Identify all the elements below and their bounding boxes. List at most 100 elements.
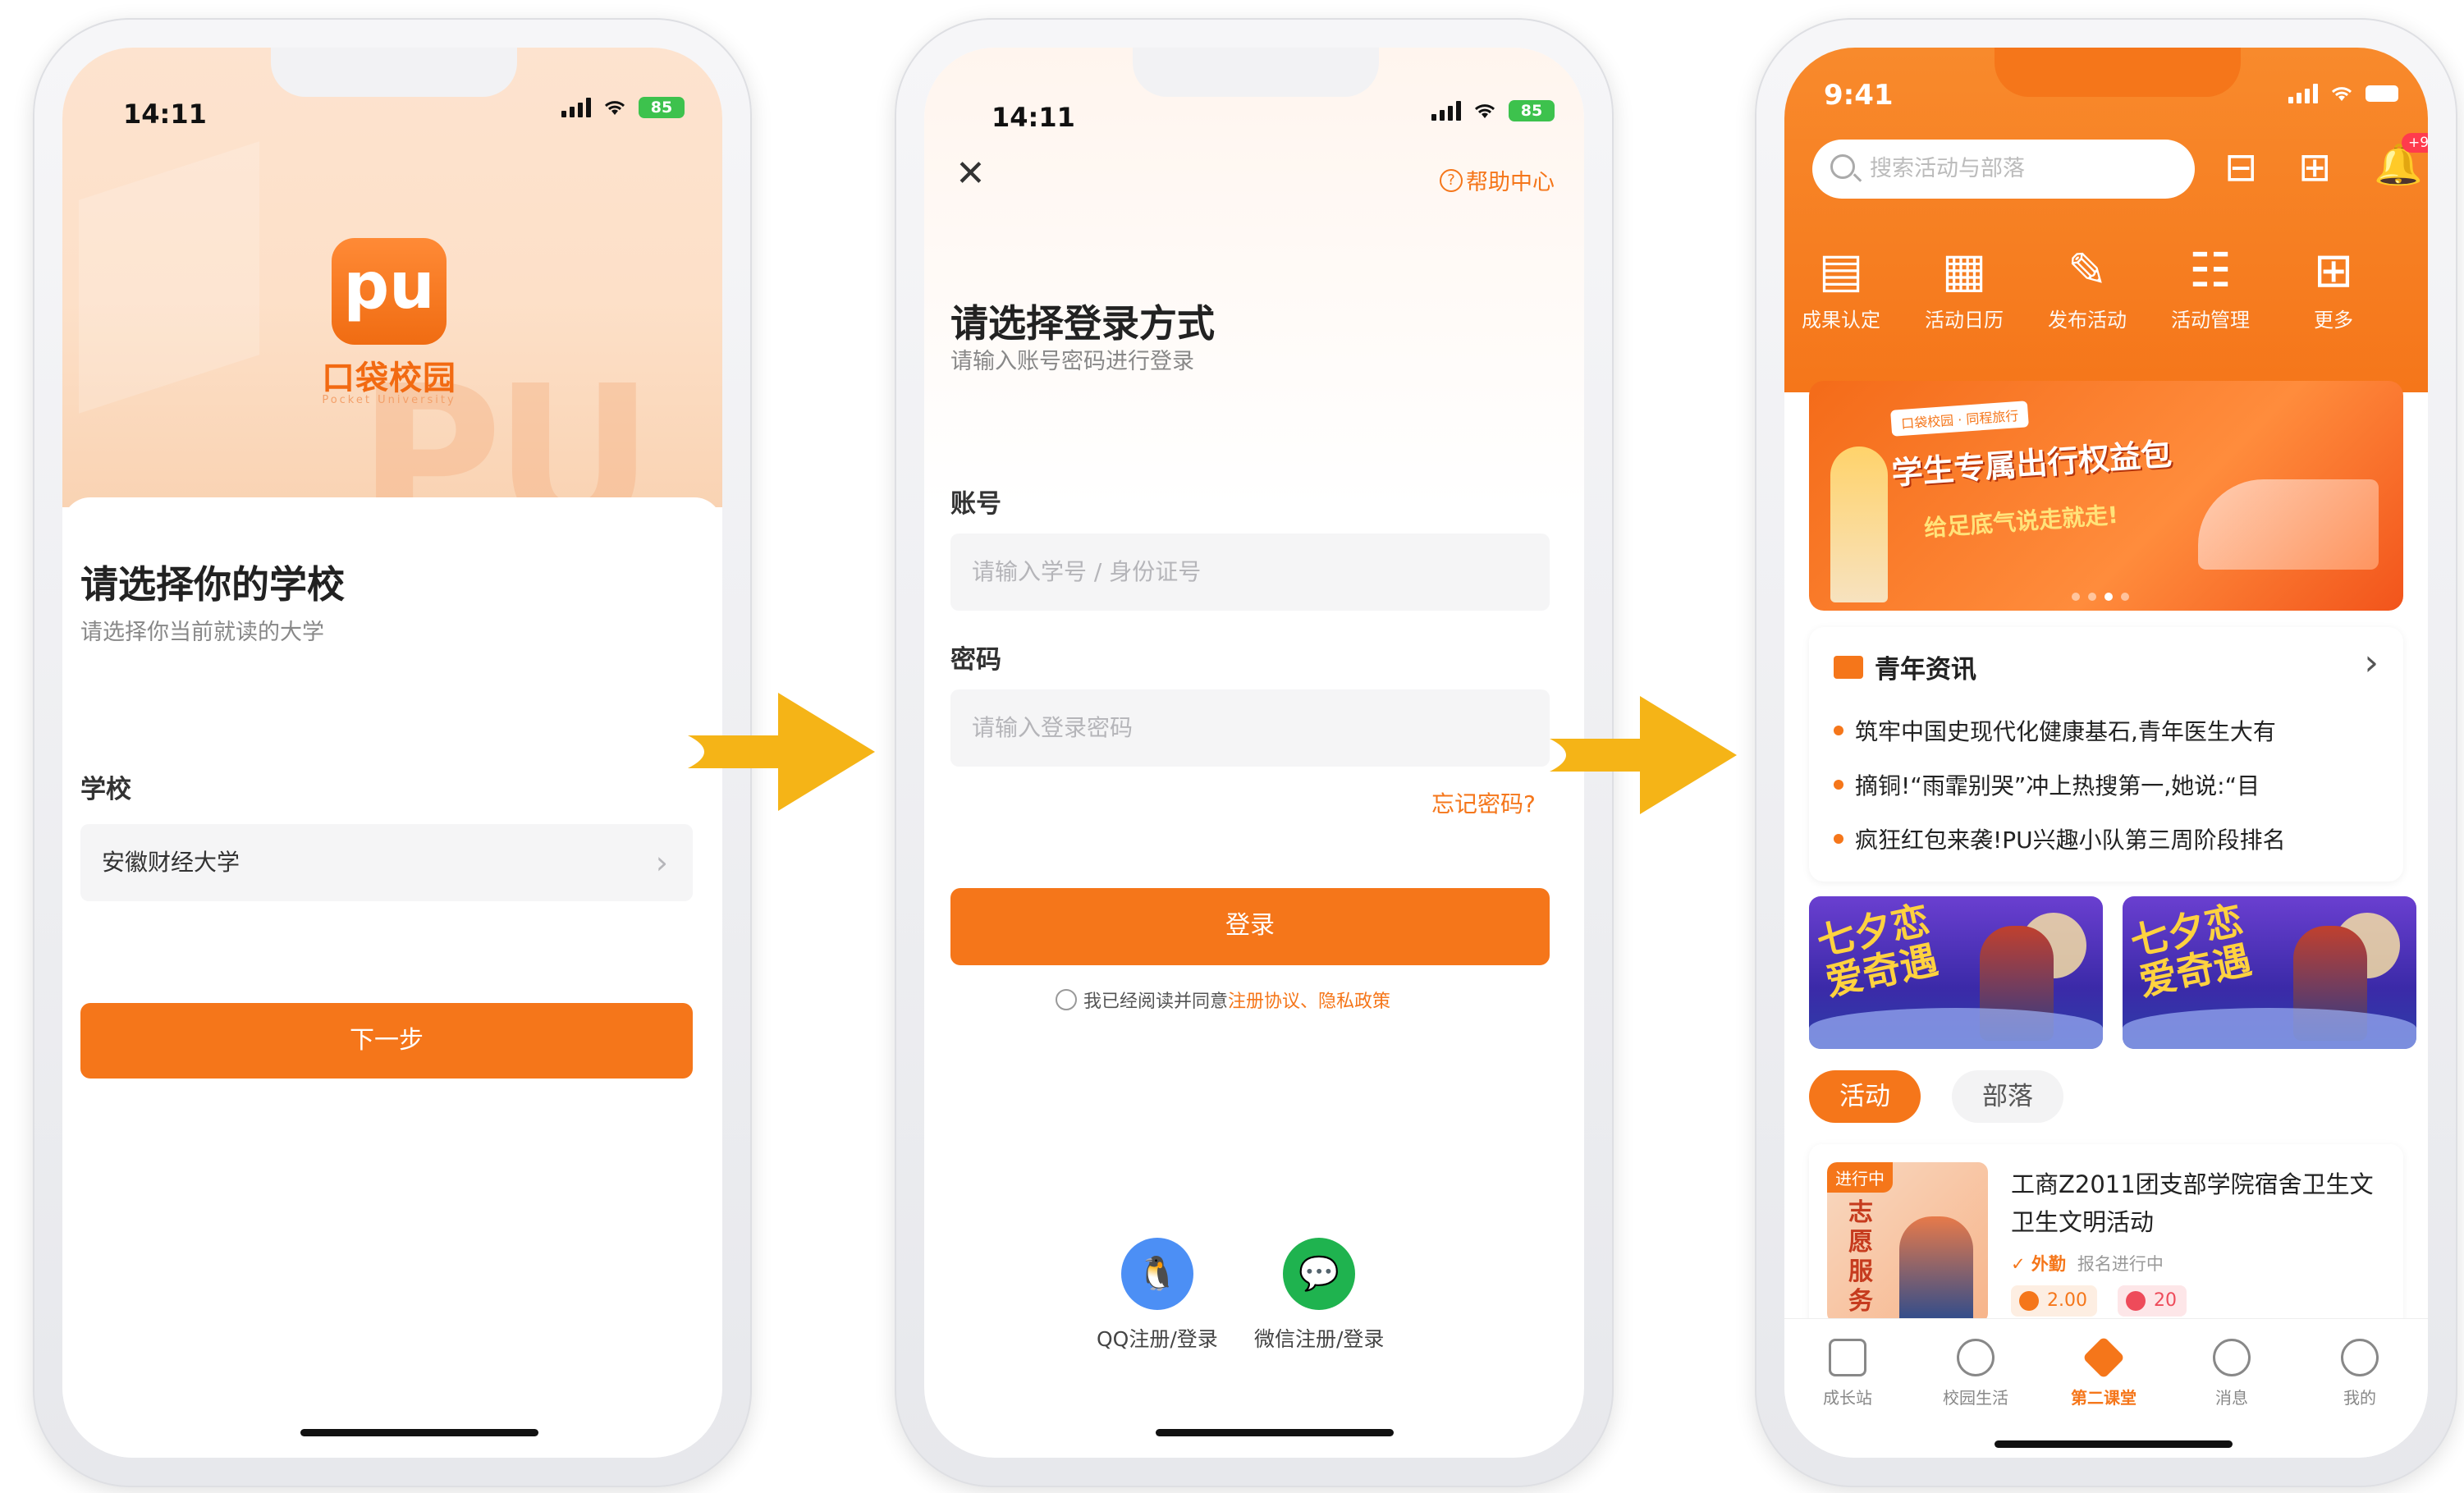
tab-activities[interactable]: 活动 — [1809, 1070, 1921, 1123]
password-input[interactable]: 请输入登录密码 — [950, 689, 1550, 767]
shortcut-label: 发布活动 — [2048, 309, 2127, 332]
activity-card[interactable]: 进行中 志愿服务 工商Z2011团支部学院宿舍卫生文卫生文明活动 ✓ 外勤 报名… — [1809, 1144, 2403, 1341]
graduation-cap-icon — [2082, 1335, 2126, 1380]
news-item[interactable]: 筑牢中国史现代化健康基石,青年医生大有 — [1834, 714, 2276, 747]
search-icon — [1830, 154, 1855, 179]
news-item[interactable]: 摘铜!“雨霏别哭”冲上热搜第一,她说:“目 — [1834, 768, 2260, 801]
tab-me[interactable]: 我的 — [2306, 1339, 2413, 1408]
tab-tribes[interactable]: 部落 — [1952, 1070, 2063, 1123]
manage-icon: ☷ — [2189, 242, 2232, 298]
qixi-promo-1[interactable]: 七夕恋爱奇遇 — [1809, 896, 2103, 1049]
news-title: 青年资讯 — [1875, 655, 1976, 685]
chevron-right-icon[interactable]: › — [2364, 642, 2379, 684]
signal-icon — [1431, 101, 1461, 121]
shortcut-more[interactable]: ⊞ 更多 — [2280, 241, 2387, 332]
participants-chip: 20 — [2118, 1285, 2187, 1317]
bottom-tabbar: 成长站 校园生活 第二课堂 消息 我的 — [1784, 1318, 2428, 1458]
battery-icon — [2366, 85, 2398, 102]
qq-icon: 🐧 — [1120, 1238, 1193, 1310]
help-label: 帮助中心 — [1466, 170, 1555, 195]
youth-news-card: 青年资讯 › 筑牢中国史现代化健康基石,青年医生大有 摘铜!“雨霏别哭”冲上热搜… — [1809, 627, 2403, 882]
flow-arrow-icon — [1550, 696, 1737, 814]
wechat-login[interactable]: 💬 微信注册/登录 — [1254, 1238, 1384, 1353]
school-picker[interactable]: 安徽财经大学 › — [80, 824, 693, 901]
signal-icon — [2288, 84, 2318, 103]
password-label: 密码 — [950, 645, 1001, 675]
agreement: 我已经阅读并同意 注册协议、隐私政策 — [1056, 987, 1390, 1013]
next-button[interactable]: 下一步 — [80, 1003, 693, 1079]
brand-subtitle: Pocket University — [322, 394, 456, 406]
home-indicator — [1995, 1440, 2233, 1448]
profile-icon — [2341, 1339, 2379, 1376]
shortcut-manage[interactable]: ☷ 活动管理 — [2157, 241, 2264, 332]
agree-text: 我已经阅读并同意 — [1083, 992, 1229, 1012]
person-figure — [1830, 447, 1888, 602]
shortcut-achievement[interactable]: ▤ 成果认定 — [1788, 241, 1894, 332]
agreement-links[interactable]: 注册协议、隐私政策 — [1228, 987, 1390, 1013]
activity-title: 工商Z2011团支部学院宿舍卫生文卫生文明活动 — [2011, 1170, 2374, 1236]
shortcut-calendar[interactable]: ▦ 活动日历 — [1911, 241, 2017, 332]
tab-label: 成长站 — [1823, 1388, 1872, 1408]
news-text: 摘铜!“雨霏别哭”冲上热搜第一,她说:“目 — [1855, 772, 2260, 799]
status-icons — [2288, 84, 2398, 103]
tab-growth[interactable]: 成长站 — [1794, 1339, 1901, 1408]
tab-second-classroom[interactable]: 第二课堂 — [2050, 1335, 2157, 1408]
close-icon[interactable]: ✕ — [955, 153, 986, 195]
wechat-login-label: 微信注册/登录 — [1254, 1327, 1385, 1351]
signal-icon — [561, 98, 591, 117]
grid-icon: ⊞ — [2313, 242, 2354, 298]
phone-school-select: PU 14:11 85 pu 口袋校园 Pocket University 请选… — [33, 18, 752, 1487]
news-header: 青年资讯 — [1834, 648, 1976, 685]
cloud-graphic — [2123, 1008, 2416, 1049]
tab-campus-life[interactable]: 校园生活 — [1922, 1339, 2029, 1408]
carousel-dots — [2072, 593, 2129, 601]
news-icon — [1834, 655, 1863, 679]
school-value: 安徽财经大学 — [102, 849, 240, 876]
chevron-right-icon: › — [655, 845, 668, 881]
wifi-icon — [604, 101, 625, 115]
category-tag: ✓ 外勤 — [2011, 1254, 2066, 1274]
account-label: 账号 — [950, 489, 1001, 519]
qixi-promo-2[interactable]: 七夕恋爱奇遇 — [2123, 896, 2416, 1049]
promo-banner[interactable]: 口袋校园 · 同程旅行 学生专属出行权益包 给足底气说走就走! — [1809, 381, 2403, 611]
shortcut-label: 活动管理 — [2171, 309, 2250, 332]
news-item[interactable]: 疯狂红包来袭!PU兴趣小队第三周阶段排名 — [1834, 822, 2286, 855]
calendar-icon: ▦ — [1941, 242, 1987, 298]
agree-radio[interactable] — [1056, 989, 1077, 1010]
notch — [1995, 48, 2241, 97]
wechat-icon: 💬 — [1283, 1238, 1356, 1310]
qrcode-icon[interactable]: ⊞ — [2298, 144, 2331, 190]
decor-cube — [79, 141, 259, 414]
participants-icon — [2126, 1291, 2146, 1311]
shortcut-label: 活动日历 — [1925, 309, 2004, 332]
wifi-icon — [2331, 87, 2352, 101]
activity-meta: ✓ 外勤 报名进行中 — [2011, 1251, 2164, 1275]
account-input[interactable]: 请输入学号 / 身份证号 — [950, 534, 1550, 611]
battery-icon: 85 — [1509, 100, 1555, 121]
cloud-graphic — [1809, 1008, 2103, 1049]
qq-login[interactable]: 🐧 QQ注册/登录 — [1097, 1238, 1218, 1353]
shortcut-label: 成果认定 — [1802, 309, 1880, 332]
status-time: 9:41 — [1824, 79, 1894, 112]
person-graphic — [1899, 1216, 1973, 1323]
select-card: 请选择你的学校 请选择你当前就读的大学 学校 安徽财经大学 › 下一步 — [62, 497, 722, 1458]
points-icon — [2019, 1291, 2039, 1311]
status-time: 14:11 — [123, 98, 207, 130]
login-button[interactable]: 登录 — [950, 888, 1550, 965]
growth-icon — [1829, 1339, 1866, 1376]
page-subtitle: 请选择你当前就读的大学 — [80, 620, 324, 645]
news-text: 疯狂红包来袭!PU兴趣小队第三周阶段排名 — [1855, 827, 2286, 854]
scan-icon[interactable]: ⊟ — [2224, 144, 2257, 190]
help-center-link[interactable]: ? 帮助中心 — [1440, 164, 1555, 196]
search-input[interactable]: 搜索活动与部落 — [1812, 140, 2195, 199]
promo-text: 七夕恋爱奇遇 — [1812, 897, 1942, 1005]
status-badge: 进行中 — [1827, 1162, 1893, 1193]
points-value: 2.00 — [2047, 1290, 2087, 1311]
shortcut-publish[interactable]: ✎ 发布活动 — [2034, 241, 2141, 332]
page-title: 请选择登录方式 — [950, 301, 1215, 346]
tab-label: 第二课堂 — [2071, 1388, 2137, 1408]
page-title: 请选择你的学校 — [80, 562, 345, 607]
activity-thumbnail: 进行中 志愿服务 — [1827, 1162, 1988, 1323]
tab-messages[interactable]: 消息 — [2178, 1339, 2285, 1408]
forgot-password-link[interactable]: 忘记密码? — [1431, 786, 1536, 819]
